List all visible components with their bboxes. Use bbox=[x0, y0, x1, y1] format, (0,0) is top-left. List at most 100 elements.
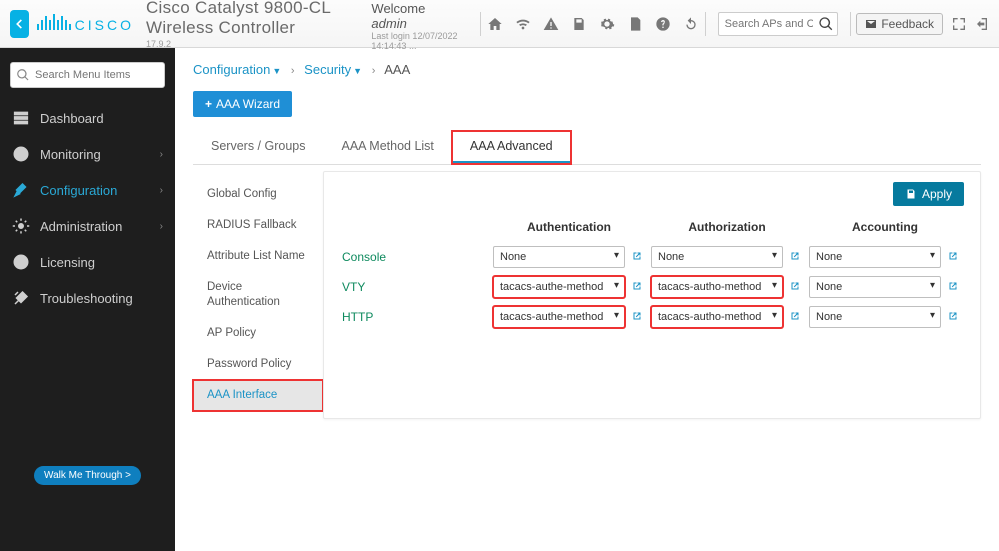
apply-button[interactable]: Apply bbox=[893, 182, 964, 206]
product-title: Cisco Catalyst 9800-CL Wireless Controll… bbox=[146, 0, 371, 38]
topbar: CISCO Cisco Catalyst 9800-CL Wireless Co… bbox=[0, 0, 999, 48]
menu-search[interactable] bbox=[10, 62, 165, 88]
divider bbox=[480, 12, 481, 36]
row-label-vty: VTY bbox=[340, 280, 490, 294]
column-header: Authentication bbox=[490, 216, 648, 242]
method-dropdown[interactable]: None bbox=[809, 306, 941, 328]
method-dropdown[interactable]: None bbox=[493, 246, 625, 268]
sidebar-item-dashboard[interactable]: Dashboard bbox=[0, 100, 175, 136]
wifi-icon[interactable] bbox=[515, 16, 531, 32]
settings-panel: Apply AuthenticationAuthorizationAccount… bbox=[323, 171, 981, 419]
cisco-logo-bars bbox=[37, 14, 71, 30]
method-dropdown[interactable]: None bbox=[651, 246, 783, 268]
welcome-prefix: Welcome bbox=[371, 1, 425, 16]
toolbar bbox=[487, 16, 699, 32]
inner-nav-attribute-list-name[interactable]: Attribute List Name bbox=[193, 241, 323, 272]
apply-label: Apply bbox=[922, 187, 952, 201]
nav-icon bbox=[12, 289, 30, 307]
nav-label: Troubleshooting bbox=[40, 291, 133, 306]
popout-icon[interactable] bbox=[947, 250, 961, 264]
popout-icon[interactable] bbox=[947, 280, 961, 294]
search-icon[interactable] bbox=[818, 16, 834, 32]
inner-nav-password-policy[interactable]: Password Policy bbox=[193, 349, 323, 380]
inner-nav-ap-policy[interactable]: AP Policy bbox=[193, 318, 323, 349]
popout-icon[interactable] bbox=[631, 280, 645, 294]
welcome-text: Welcome admin bbox=[371, 1, 460, 31]
search-icon bbox=[16, 68, 30, 82]
divider bbox=[705, 12, 706, 36]
welcome-block: Welcome admin Last login 12/07/2022 14:1… bbox=[371, 0, 474, 51]
inner-nav-global-config[interactable]: Global Config bbox=[193, 179, 323, 210]
inner-sidebar: Global ConfigRADIUS FallbackAttribute Li… bbox=[193, 171, 323, 419]
sidebar-item-monitoring[interactable]: Monitoring › bbox=[0, 136, 175, 172]
logout-icon[interactable] bbox=[975, 16, 991, 32]
popout-icon[interactable] bbox=[789, 280, 803, 294]
cisco-logo-text: CISCO bbox=[75, 17, 134, 33]
aaa-wizard-button[interactable]: +AAA Wizard bbox=[193, 91, 292, 117]
fullscreen-icon[interactable] bbox=[951, 16, 967, 32]
method-dropdown[interactable]: tacacs-authe-method bbox=[493, 306, 625, 328]
tab-aaa-method-list[interactable]: AAA Method List bbox=[323, 131, 451, 164]
chevron-right-icon: › bbox=[160, 185, 163, 196]
nav-label: Configuration bbox=[40, 183, 117, 198]
column-header: Accounting bbox=[806, 216, 964, 242]
walk-me-through-button[interactable]: Walk Me Through > bbox=[34, 466, 141, 485]
wizard-label: AAA Wizard bbox=[216, 97, 280, 111]
nav-label: Dashboard bbox=[40, 111, 104, 126]
feedback-button[interactable]: Feedback bbox=[856, 13, 943, 35]
method-dropdown[interactable]: tacacs-autho-method bbox=[651, 276, 783, 298]
refresh-icon[interactable] bbox=[683, 16, 699, 32]
nav-icon bbox=[12, 181, 30, 199]
aaa-interface-grid: AuthenticationAuthorizationAccounting Con… bbox=[340, 216, 964, 332]
menu-search-input[interactable] bbox=[10, 62, 165, 88]
popout-icon[interactable] bbox=[789, 250, 803, 264]
sidebar-item-configuration[interactable]: Configuration › bbox=[0, 172, 175, 208]
inner-nav-device-authentication[interactable]: Device Authentication bbox=[193, 272, 323, 318]
nav-icon bbox=[12, 109, 30, 127]
sidebar-item-troubleshooting[interactable]: Troubleshooting bbox=[0, 280, 175, 316]
method-dropdown[interactable]: None bbox=[809, 276, 941, 298]
global-search[interactable] bbox=[718, 12, 838, 36]
cisco-logo: CISCO bbox=[37, 14, 134, 33]
inner-nav-aaa-interface[interactable]: AAA Interface bbox=[193, 380, 323, 411]
home-icon[interactable] bbox=[487, 16, 503, 32]
sidebar: DashboardMonitoring›Configuration›Admini… bbox=[0, 48, 175, 551]
popout-icon[interactable] bbox=[947, 310, 961, 324]
method-dropdown[interactable]: None bbox=[809, 246, 941, 268]
row-label-console: Console bbox=[340, 250, 490, 264]
envelope-icon bbox=[865, 18, 877, 30]
breadcrumb-configuration[interactable]: Configuration▼ bbox=[193, 62, 281, 77]
popout-icon[interactable] bbox=[631, 250, 645, 264]
inner-nav-radius-fallback[interactable]: RADIUS Fallback bbox=[193, 210, 323, 241]
column-header: Authorization bbox=[648, 216, 806, 242]
help-icon[interactable] bbox=[655, 16, 671, 32]
sidebar-item-administration[interactable]: Administration › bbox=[0, 208, 175, 244]
gear-icon[interactable] bbox=[599, 16, 615, 32]
breadcrumb-current: AAA bbox=[384, 62, 410, 77]
feedback-label: Feedback bbox=[881, 17, 934, 31]
method-dropdown[interactable]: tacacs-autho-method bbox=[651, 306, 783, 328]
popout-icon[interactable] bbox=[631, 310, 645, 324]
row-label-http: HTTP bbox=[340, 310, 490, 324]
nav-icon bbox=[12, 217, 30, 235]
main-content: Configuration▼ › Security▼ › AAA +AAA Wi… bbox=[175, 48, 999, 551]
chevron-right-icon: › bbox=[160, 221, 163, 232]
sidebar-item-licensing[interactable]: Licensing bbox=[0, 244, 175, 280]
tab-aaa-advanced[interactable]: AAA Advanced bbox=[452, 131, 571, 164]
title-block: Cisco Catalyst 9800-CL Wireless Controll… bbox=[146, 0, 371, 49]
nav-label: Licensing bbox=[40, 255, 95, 270]
nav-label: Monitoring bbox=[40, 147, 101, 162]
tab-servers-groups[interactable]: Servers / Groups bbox=[193, 131, 323, 164]
chevron-right-icon: › bbox=[160, 149, 163, 160]
popout-icon[interactable] bbox=[789, 310, 803, 324]
save-icon[interactable] bbox=[571, 16, 587, 32]
alert-icon[interactable] bbox=[543, 16, 559, 32]
notes-icon[interactable] bbox=[627, 16, 643, 32]
back-button[interactable] bbox=[10, 10, 29, 38]
tabs: Servers / GroupsAAA Method ListAAA Advan… bbox=[193, 131, 981, 165]
apply-icon bbox=[905, 188, 917, 200]
method-dropdown[interactable]: tacacs-authe-method bbox=[493, 276, 625, 298]
breadcrumb-security[interactable]: Security▼ bbox=[304, 62, 362, 77]
nav-label: Administration bbox=[40, 219, 122, 234]
divider bbox=[850, 12, 851, 36]
